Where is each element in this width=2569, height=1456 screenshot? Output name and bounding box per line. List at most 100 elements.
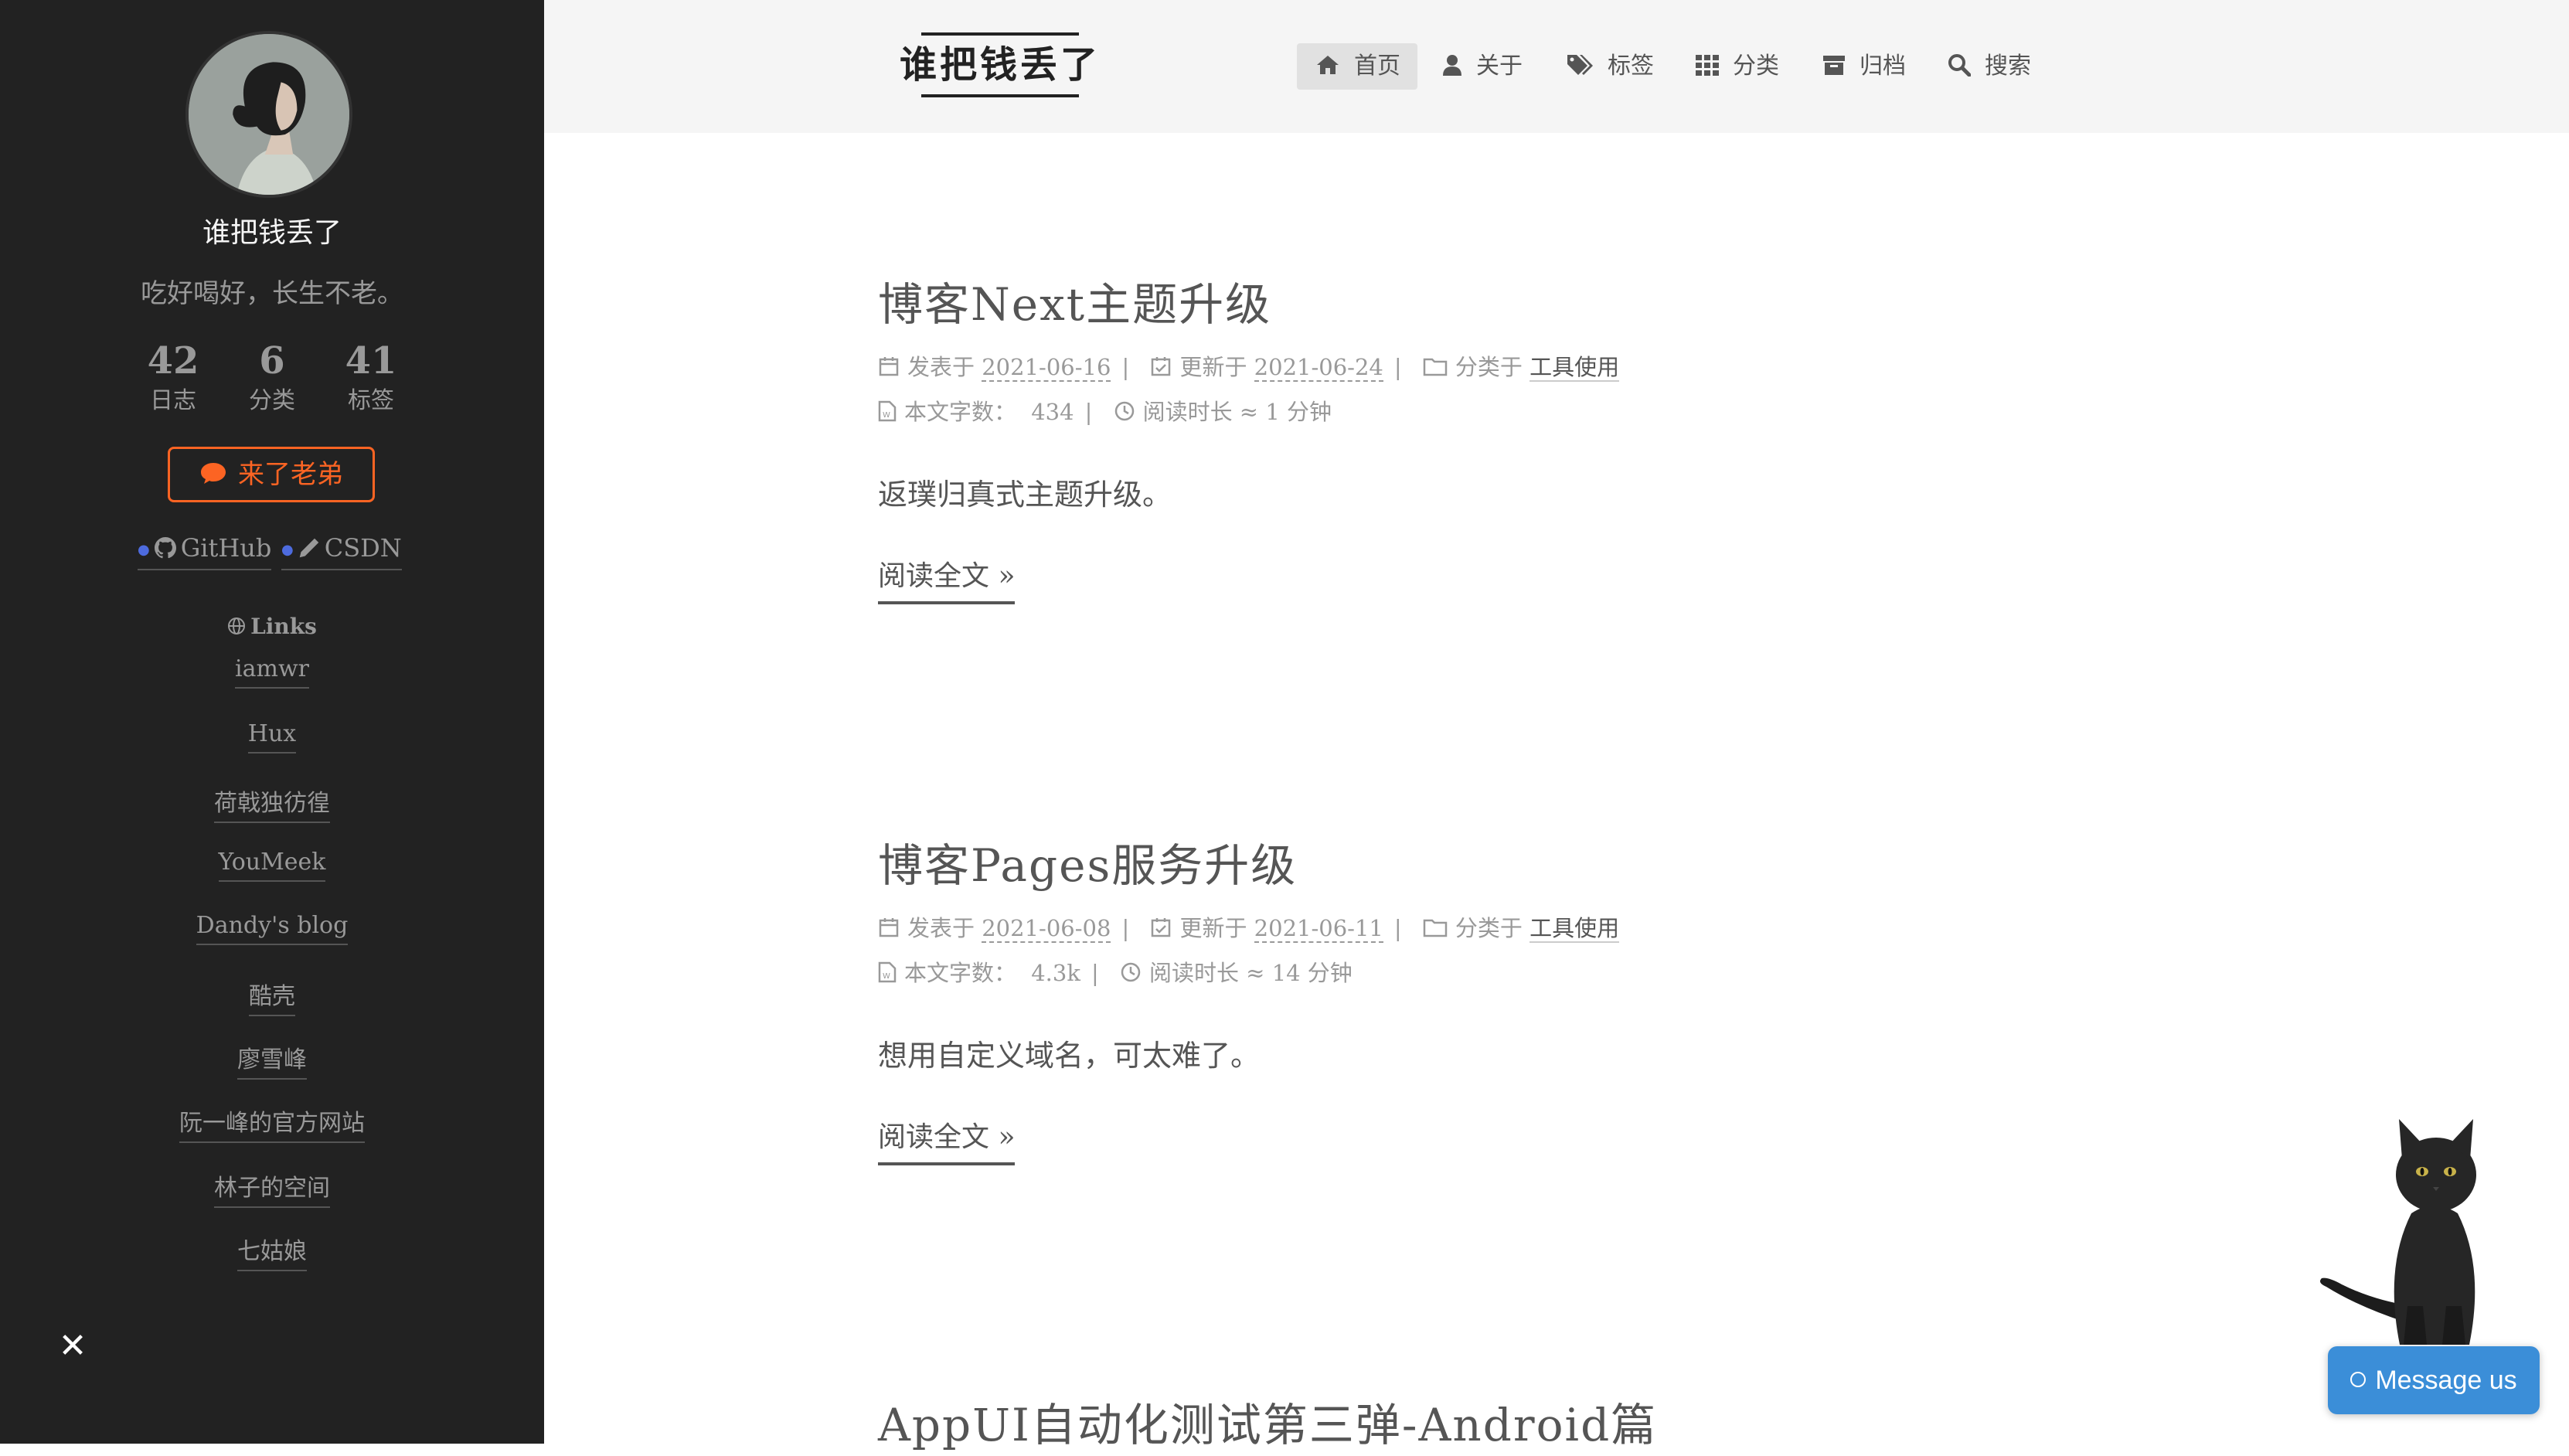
friend-link-label: 廖雪峰 xyxy=(237,1046,307,1080)
friend-link[interactable]: 荷戟独彷徨 xyxy=(0,784,544,823)
friend-link[interactable]: Hux xyxy=(0,720,544,754)
updated-label: 更新于 xyxy=(1179,915,1247,941)
post-meta: 发表于 2021-06-08 | 更新于 2021-06-11 | 分类于 工具使用 xyxy=(878,906,1805,951)
post-title[interactable]: AppUI自动化测试第三弹-Android篇 xyxy=(878,1394,1805,1456)
post-title[interactable]: 博客Next主题升级 xyxy=(878,274,1805,335)
friend-link[interactable]: 酷壳 xyxy=(0,977,544,1016)
category-label: 分类于 xyxy=(1455,915,1523,941)
social-label: GitHub xyxy=(180,533,272,563)
links-title-label: Links xyxy=(250,614,317,639)
message-us-button[interactable]: Message us xyxy=(2328,1346,2540,1414)
category-link[interactable]: 工具使用 xyxy=(1529,915,1620,943)
friend-link-label: YouMeek xyxy=(218,849,326,882)
friend-link[interactable]: 阮一峰的官方网站 xyxy=(0,1104,544,1143)
posted-label: 发表于 xyxy=(907,354,975,380)
stat-tags[interactable]: 41 标签 xyxy=(325,337,417,417)
posted-label: 发表于 xyxy=(907,915,975,941)
category-label: 分类于 xyxy=(1455,354,1523,380)
social-csdn-link[interactable]: ● CSDN xyxy=(281,533,402,570)
friend-link-label: Dandy's blog xyxy=(196,912,349,945)
meta-divider: | xyxy=(1121,354,1130,380)
pencil-icon xyxy=(299,538,318,557)
friend-link[interactable]: 林子的空间 xyxy=(0,1169,544,1208)
nav-label: 搜索 xyxy=(1985,53,2031,80)
updated-date[interactable]: 2021-06-24 xyxy=(1254,354,1383,382)
nav-search[interactable]: 搜索 xyxy=(1948,43,2031,90)
site-brand[interactable]: 谁把钱丢了 xyxy=(900,32,1101,97)
svg-text:W: W xyxy=(883,411,890,420)
post-block: 博客Next主题升级 发表于 2021-06-16 | 更新于 2021-06-2… xyxy=(878,274,1805,604)
friend-link-label: 林子的空间 xyxy=(214,1175,330,1208)
file-word-icon: W xyxy=(878,400,897,422)
archive-icon xyxy=(1823,56,1845,75)
home-icon xyxy=(1317,56,1339,74)
nav-home[interactable]: 首页 xyxy=(1297,43,1417,90)
stat-categories[interactable]: 6 分类 xyxy=(226,337,318,417)
words-label: 本文字数： xyxy=(904,399,1017,425)
post-title[interactable]: 博客Pages服务升级 xyxy=(878,835,1805,896)
cat-mascot[interactable] xyxy=(2311,1113,2512,1352)
calendar-check-icon xyxy=(1152,357,1171,376)
chat-ring-icon xyxy=(2350,1372,2367,1388)
meta-divider: | xyxy=(1084,399,1093,425)
friend-link[interactable]: Dandy's blog xyxy=(0,912,544,945)
post-excerpt: 想用自定义域名，可太难了。 xyxy=(878,1039,1261,1073)
svg-text:W: W xyxy=(883,972,890,981)
user-icon xyxy=(1443,55,1461,76)
folder-icon xyxy=(1423,919,1448,937)
clock-icon xyxy=(1121,962,1141,982)
dot-icon: ● xyxy=(138,542,150,558)
updated-date[interactable]: 2021-06-11 xyxy=(1254,915,1383,943)
friend-link-label: 七姑娘 xyxy=(237,1238,307,1271)
read-more-link[interactable]: 阅读全文 » xyxy=(878,1121,1016,1165)
nav-label: 标签 xyxy=(1608,53,1654,80)
social-links: ● GitHub ● CSDN xyxy=(0,533,544,580)
friend-link-label: Hux xyxy=(247,720,297,754)
read-time: 1 分钟 xyxy=(1265,399,1332,425)
tags-icon xyxy=(1567,55,1593,75)
nav-archives[interactable]: 归档 xyxy=(1822,43,1906,90)
nav-label: 首页 xyxy=(1354,53,1400,80)
stat-label: 分类 xyxy=(249,387,295,414)
calendar-check-icon xyxy=(1152,918,1171,937)
close-sidebar-icon[interactable]: ✕ xyxy=(57,1329,88,1363)
friend-link[interactable]: 七姑娘 xyxy=(0,1232,544,1271)
read-more-link[interactable]: 阅读全文 » xyxy=(878,560,1016,604)
calendar-icon xyxy=(879,918,899,937)
meta-divider: | xyxy=(1393,354,1402,380)
author-name: 谁把钱丢了 xyxy=(202,217,342,249)
file-word-icon: W xyxy=(878,961,897,983)
stat-label: 标签 xyxy=(348,387,394,414)
category-link[interactable]: 工具使用 xyxy=(1529,354,1620,382)
posted-date[interactable]: 2021-06-08 xyxy=(982,915,1111,943)
chat-label: 来了老弟 xyxy=(238,459,343,490)
nav-about[interactable]: 关于 xyxy=(1442,43,1523,90)
site-stats: 42 日志 6 分类 41 标签 xyxy=(0,337,544,422)
globe-icon xyxy=(228,617,246,634)
stat-posts[interactable]: 42 日志 xyxy=(127,337,219,417)
read-label: 阅读时长 ≈ xyxy=(1148,960,1265,986)
github-icon xyxy=(154,536,176,558)
meta-divider: | xyxy=(1121,915,1130,941)
posted-date[interactable]: 2021-06-16 xyxy=(982,354,1111,382)
post-meta: 发表于 2021-06-16 | 更新于 2021-06-24 | 分类于 工具使用 xyxy=(878,345,1805,390)
chat-bubble-icon xyxy=(199,451,227,502)
nav-tags[interactable]: 标签 xyxy=(1566,43,1654,90)
clock-icon xyxy=(1114,401,1134,421)
avatar[interactable] xyxy=(185,31,352,198)
chat-button[interactable]: 来了老弟 xyxy=(168,447,375,502)
search-icon xyxy=(1948,54,1972,77)
nav-categories[interactable]: 分类 xyxy=(1696,43,1779,90)
friend-link[interactable]: 廖雪峰 xyxy=(0,1040,544,1080)
links-title: Links xyxy=(0,614,544,639)
friend-link[interactable]: YouMeek xyxy=(0,849,544,882)
nav-label: 分类 xyxy=(1733,53,1779,80)
friend-link-label: 酷壳 xyxy=(249,983,295,1016)
grid-icon xyxy=(1696,55,1719,76)
friend-link[interactable]: iamwr xyxy=(0,655,544,689)
avatar-image xyxy=(189,34,349,195)
meta-divider: | xyxy=(1393,915,1402,941)
calendar-icon xyxy=(879,357,899,376)
word-count: 434 xyxy=(1031,399,1074,425)
social-github-link[interactable]: ● GitHub xyxy=(138,533,272,570)
